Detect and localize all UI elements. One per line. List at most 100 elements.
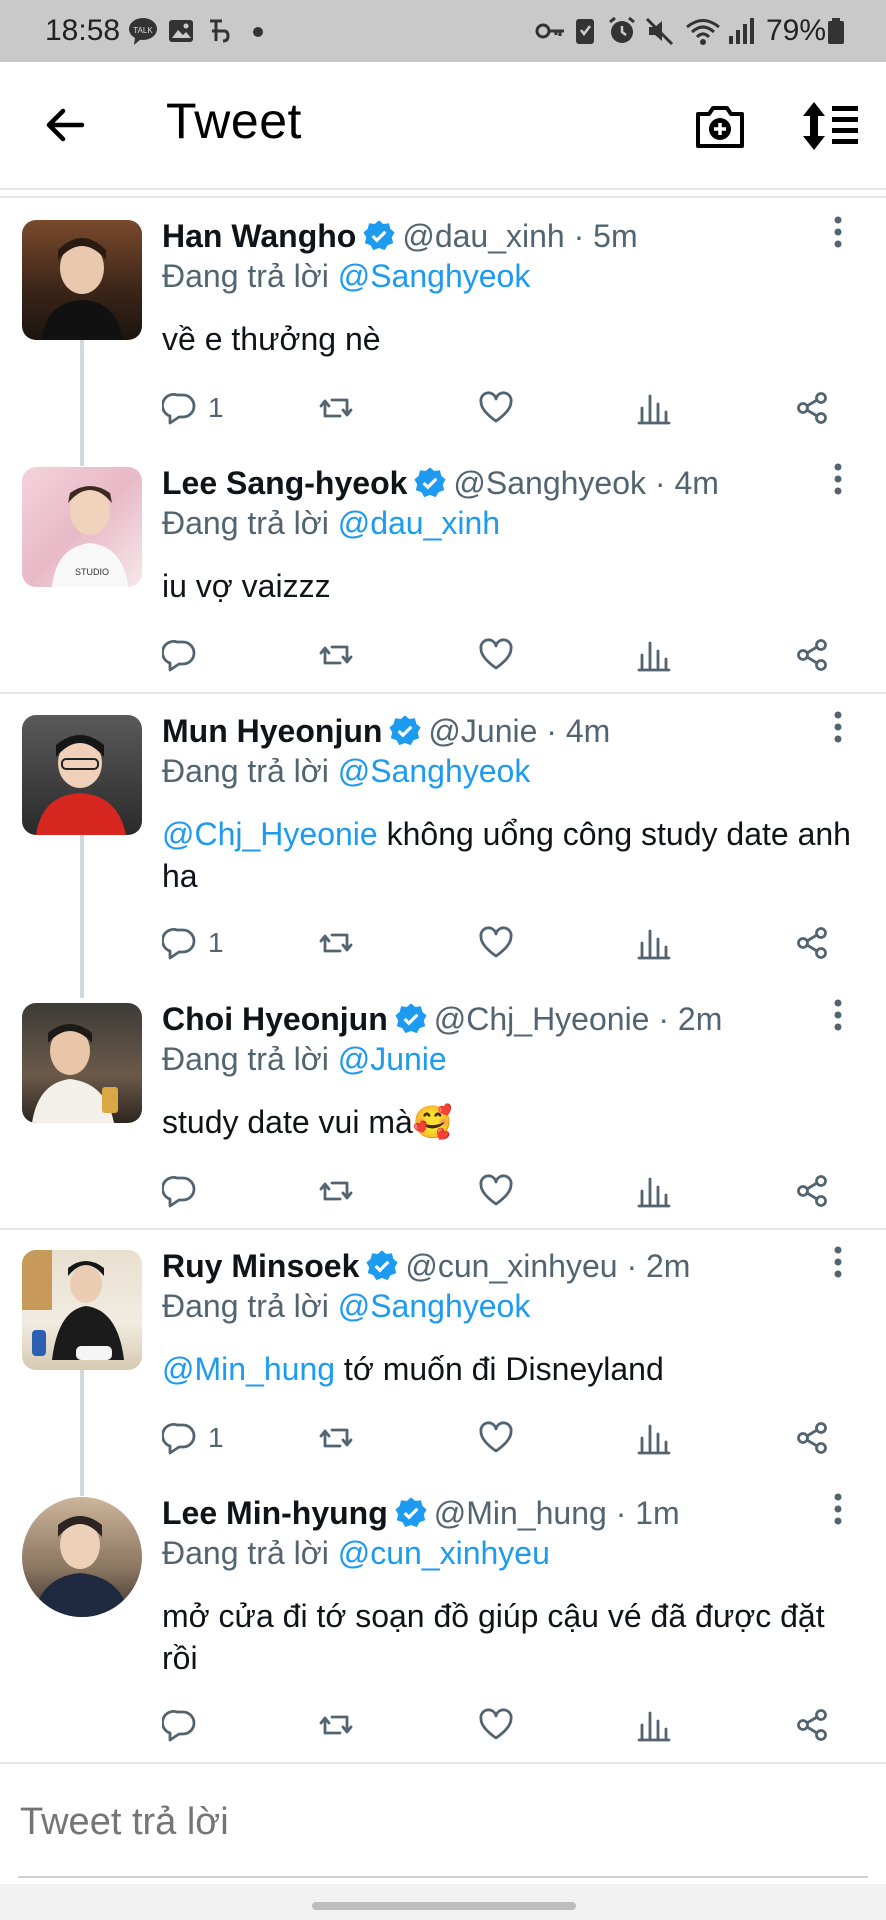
replying-to-label: Đang trả lời	[162, 505, 329, 541]
mention-link[interactable]: @Sanghyeok	[338, 258, 531, 294]
reply-button[interactable]	[162, 1705, 208, 1745]
avatar[interactable]: STUDIO	[22, 467, 142, 587]
retweet-button[interactable]	[318, 1418, 354, 1458]
analytics-button[interactable]	[636, 923, 672, 963]
handle[interactable]: @dau_xinh	[402, 218, 564, 254]
more-options-icon[interactable]	[826, 707, 850, 747]
display-name[interactable]: Han Wangho	[162, 218, 356, 254]
share-button[interactable]	[794, 1171, 830, 1211]
like-button[interactable]	[478, 1171, 514, 1211]
wifi-icon	[686, 19, 720, 45]
separator: ·	[654, 465, 666, 501]
sort-icon[interactable]	[800, 100, 860, 152]
separator: ·	[658, 1001, 670, 1037]
analytics-button[interactable]	[636, 388, 672, 428]
retweet-button[interactable]	[318, 388, 354, 428]
reply-button[interactable]: 1	[162, 1418, 224, 1458]
display-name[interactable]: Choi Hyeonjun	[162, 1001, 388, 1037]
battery-icon	[828, 18, 844, 44]
camera-add-icon[interactable]	[694, 100, 746, 152]
verified-badge-icon	[366, 1250, 398, 1281]
share-button[interactable]	[794, 1418, 830, 1458]
share-button[interactable]	[794, 1705, 830, 1745]
like-button[interactable]	[478, 388, 514, 428]
mention-link[interactable]: @Junie	[338, 1041, 447, 1077]
tweet-text-body: về e thưởng nè	[162, 321, 381, 357]
like-button[interactable]	[478, 1705, 514, 1745]
separator: ·	[615, 1495, 627, 1531]
avatar[interactable]	[22, 1497, 142, 1617]
avatar[interactable]	[22, 1250, 142, 1370]
avatar[interactable]	[22, 220, 142, 340]
handle[interactable]: @cun_xinhyeu	[405, 1248, 617, 1284]
heart-icon	[479, 926, 513, 958]
more-options-icon[interactable]	[826, 1489, 850, 1529]
mention-link[interactable]: @cun_xinhyeu	[338, 1535, 550, 1571]
analytics-button[interactable]	[636, 1171, 672, 1211]
avatar[interactable]	[22, 1003, 142, 1123]
analytics-button[interactable]	[636, 1418, 672, 1458]
heart-icon	[479, 1174, 513, 1206]
replying-to-label: Đang trả lời	[162, 1535, 329, 1571]
share-button[interactable]	[794, 923, 830, 963]
page-title: Tweet	[166, 93, 302, 149]
share-button[interactable]	[794, 635, 830, 675]
reply-count: 1	[208, 927, 224, 958]
home-gesture-handle[interactable]	[312, 1902, 576, 1910]
status-time: 18:58	[45, 14, 121, 47]
separator: ·	[573, 218, 585, 254]
handle[interactable]: @Sanghyeok	[453, 465, 646, 501]
tweet-header: Han Wangho @dau_xinh · 5m	[162, 218, 638, 255]
mention-link[interactable]: @dau_xinh	[338, 505, 500, 541]
tweet-header: Lee Sang-hyeok @Sanghyeok · 4m	[162, 465, 719, 502]
analytics-button[interactable]	[636, 1705, 672, 1745]
dot-icon	[253, 27, 263, 37]
share-button[interactable]	[794, 388, 830, 428]
back-arrow-icon[interactable]	[40, 100, 90, 150]
tweet-actions	[0, 1171, 886, 1211]
handle[interactable]: @Junie	[428, 713, 537, 749]
reply-icon	[162, 1176, 196, 1208]
like-button[interactable]	[478, 635, 514, 675]
display-name[interactable]: Lee Min-hyung	[162, 1495, 388, 1531]
reply-button[interactable]: 1	[162, 923, 224, 963]
display-name[interactable]: Mun Hyeonjun	[162, 713, 382, 749]
display-name[interactable]: Ruy Minsoek	[162, 1248, 359, 1284]
more-options-icon[interactable]	[826, 1242, 850, 1282]
more-options-icon[interactable]	[826, 212, 850, 252]
divider	[0, 196, 886, 198]
analytics-button[interactable]	[636, 635, 672, 675]
timestamp: 2m	[645, 1248, 691, 1284]
display-name[interactable]: Lee Sang-hyeok	[162, 465, 407, 501]
reply-button[interactable]: 1	[162, 388, 224, 428]
tweet-actions: 1	[0, 388, 886, 428]
avatar[interactable]	[22, 715, 142, 835]
handle[interactable]: @Chj_Hyeonie	[434, 1001, 650, 1037]
mention-link[interactable]: @Sanghyeok	[338, 753, 531, 789]
replying-to: Đang trả lời @Sanghyeok	[162, 753, 530, 790]
retweet-button[interactable]	[318, 1171, 354, 1211]
mention-link[interactable]: @Chj_Hyeonie	[162, 816, 378, 852]
like-button[interactable]	[478, 1418, 514, 1458]
retweet-button[interactable]	[318, 635, 354, 675]
handle[interactable]: @Min_hung	[434, 1495, 607, 1531]
replying-to: Đang trả lời @Junie	[162, 1041, 447, 1078]
more-options-icon[interactable]	[826, 459, 850, 499]
status-bar: 18:58 TALK 79%	[0, 0, 886, 62]
verified-badge-icon	[395, 1497, 427, 1528]
reply-button[interactable]	[162, 1171, 208, 1211]
mention-link[interactable]: @Min_hung	[162, 1351, 335, 1387]
tweet-actions: 1	[0, 1418, 886, 1458]
share-icon	[797, 927, 827, 959]
more-options-icon[interactable]	[826, 995, 850, 1035]
timestamp: 1m	[635, 1495, 680, 1531]
tweet-text-body: mở cửa đi tớ soạn đồ giúp cậu vé đã được…	[162, 1598, 825, 1676]
retweet-icon	[319, 1181, 353, 1201]
retweet-button[interactable]	[318, 923, 354, 963]
reply-button[interactable]	[162, 635, 208, 675]
retweet-button[interactable]	[318, 1705, 354, 1745]
reply-input[interactable]	[18, 1796, 872, 1848]
like-button[interactable]	[478, 923, 514, 963]
reply-icon	[162, 393, 196, 425]
mention-link[interactable]: @Sanghyeok	[338, 1288, 531, 1324]
